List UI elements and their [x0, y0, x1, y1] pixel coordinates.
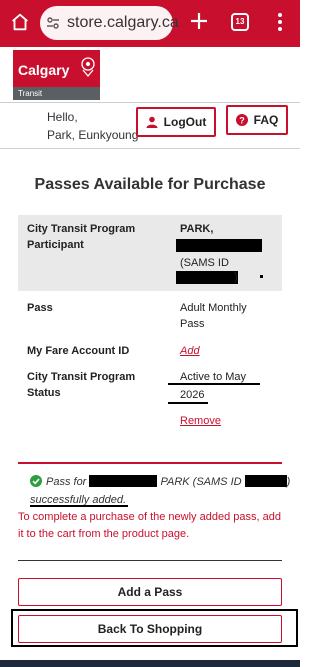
redacted-name — [176, 239, 262, 252]
redacted-success-id — [244, 475, 287, 487]
greeting-hello: Hello, — [47, 110, 78, 124]
browser-toolbar: store.calgary.ca 13 — [0, 0, 300, 47]
success-panel-bottom-border — [18, 560, 282, 561]
redacted-sams-id — [176, 271, 238, 284]
pass-row: Pass Adult Monthly Pass — [18, 300, 282, 334]
annotation-underline-year — [168, 402, 208, 404]
add-pass-button[interactable]: Add a Pass — [18, 578, 282, 606]
fare-account-row: My Fare Account ID Add — [18, 343, 282, 361]
logout-label: LogOut — [163, 115, 207, 129]
user-icon — [146, 116, 158, 128]
help-icon: ? — [235, 114, 248, 126]
redacted-dot — [260, 275, 263, 278]
faq-label: FAQ — [253, 113, 279, 127]
participant-label: City Transit Program Participant — [27, 223, 136, 251]
fare-account-label: My Fare Account ID — [27, 345, 130, 357]
participant-row: City Transit Program Participant PARK, (… — [18, 215, 282, 291]
back-to-shopping-button[interactable]: Back To Shopping — [18, 615, 282, 643]
success-message: Pass for PARK (SAMS ID ) successfully ad… — [30, 473, 290, 509]
redacted-success-name — [89, 475, 158, 487]
logo-gray-block: Transit — [13, 87, 100, 100]
header-divider — [0, 102, 300, 103]
success-panel-top-border — [18, 462, 282, 464]
pass-value: Adult Monthly Pass — [180, 302, 247, 330]
status-row: City Transit Program Status Active to Ma… — [18, 369, 282, 431]
add-fare-account-link[interactable]: Add — [180, 345, 200, 357]
page-title: Passes Available for Purchase — [34, 176, 266, 193]
new-tab-icon[interactable] — [188, 10, 210, 32]
tab-switcher-icon[interactable]: 13 — [231, 13, 249, 31]
address-bar[interactable]: store.calgary.ca — [40, 6, 179, 40]
participant-name: PARK, — [180, 223, 214, 235]
status-value-line2: 2026 — [180, 389, 205, 401]
logout-button[interactable]: LogOut — [136, 107, 216, 137]
notice-text: To complete a purchase of the newly adde… — [18, 511, 281, 540]
home-icon[interactable] — [9, 11, 31, 33]
status-label: City Transit Program Status — [27, 371, 136, 399]
annotation-underline-status — [168, 383, 260, 385]
remove-status-link[interactable]: Remove — [180, 415, 221, 427]
pass-label: Pass — [27, 302, 53, 314]
user-greeting: Hello, Park, Eunkyoung — [47, 108, 138, 144]
site-settings-icon[interactable] — [46, 16, 60, 30]
participant-sams-label: (SAMS ID — [180, 257, 229, 269]
annotation-underline-success — [30, 505, 128, 507]
success-prefix: Pass for — [46, 476, 87, 488]
bottom-strip — [0, 660, 300, 667]
svg-text:?: ? — [239, 116, 245, 126]
success-middle: PARK (SAMS ID — [160, 476, 242, 488]
greeting-name: Park, Eunkyoung — [47, 128, 139, 142]
logo-wordmark: Calgary — [18, 62, 70, 78]
logo-subtitle: Transit — [18, 89, 43, 98]
city-crest-icon — [81, 57, 95, 78]
overflow-menu-icon[interactable] — [277, 12, 283, 32]
section-divider — [0, 148, 300, 149]
url-text: store.calgary.ca — [67, 14, 179, 31]
participant-close-paren: ) — [234, 271, 238, 283]
calgary-transit-logo[interactable]: Calgary Transit — [13, 50, 100, 100]
faq-button[interactable]: ? FAQ — [226, 105, 288, 135]
success-suffix: ) — [286, 476, 291, 488]
